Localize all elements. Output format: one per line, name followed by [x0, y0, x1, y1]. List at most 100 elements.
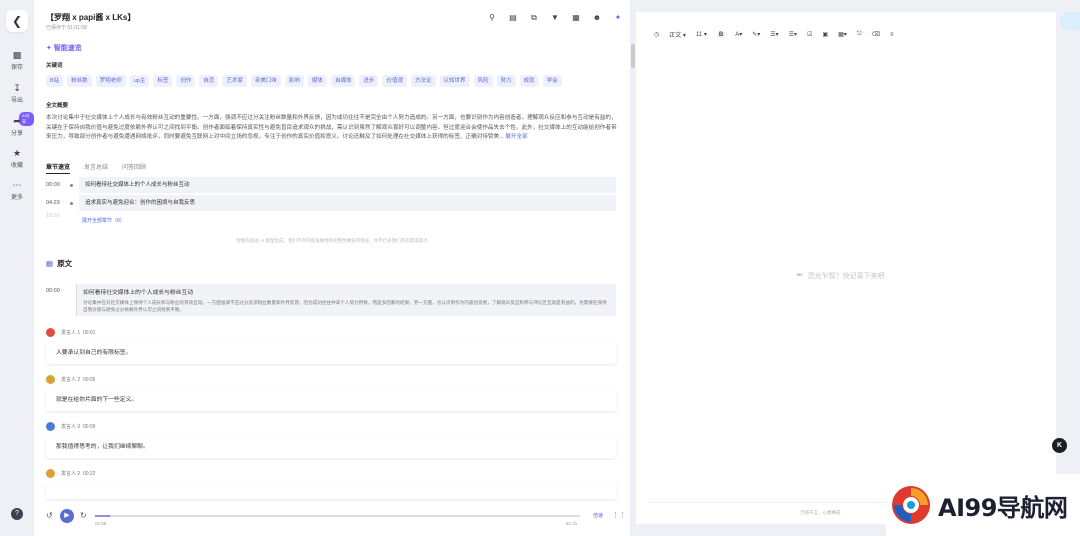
- editor-placeholder[interactable]: ✒ 灵光乍现？快记录下来吧: [796, 270, 885, 281]
- chapter-item[interactable]: 10:55: [46, 212, 616, 220]
- ordered-list-icon[interactable]: ☰▾: [770, 31, 778, 38]
- avatar: [46, 422, 55, 431]
- keyword-chip[interactable]: 价值观: [382, 75, 407, 87]
- keyword-chip[interactable]: 艺术家: [222, 75, 247, 87]
- speed-button[interactable]: 倍速: [593, 512, 603, 519]
- progress-bar[interactable]: [95, 515, 580, 517]
- tab-speaker-summary[interactable]: 发言总结: [84, 162, 108, 174]
- back-button[interactable]: ❮: [6, 10, 28, 32]
- rail-more[interactable]: ⋯ 更多: [0, 180, 34, 201]
- keyword-chip[interactable]: up主: [129, 75, 150, 87]
- keyword-chip[interactable]: 学会: [542, 75, 562, 87]
- speaker-line: 发言人 2 00:22: [46, 469, 95, 478]
- star-icon: ★: [12, 148, 22, 158]
- more-format-icon[interactable]: ≡: [890, 32, 894, 38]
- paragraph-summary: 00:00 如何看待社交媒体上的个人成长与粉丝互动 讨论集中在对社交媒体上保持个…: [46, 284, 616, 316]
- utterance-bubble[interactable]: 那我值得思考的，让我们继续聊聊。: [46, 436, 616, 458]
- help-icon[interactable]: ?: [11, 508, 23, 520]
- editor-toolbar: ◷ 正文 ▾ 11 ▾ B A▾ ✎▾ ☰▾ ☰▾ ☑ ▣ ▦▾ ⎋ ⌫ ≡: [654, 30, 894, 39]
- caption-icon[interactable]: ▦: [570, 12, 582, 24]
- total-time: 61:31: [566, 521, 578, 526]
- chapter-item[interactable]: 04:29 追求真实与避免迎合：创作的困境与自我反思: [46, 194, 616, 212]
- keyword-chip[interactable]: 进步: [359, 75, 379, 87]
- font-color-icon[interactable]: A▾: [735, 31, 742, 38]
- scrollbar-thumb[interactable]: [631, 44, 635, 68]
- overview-tabs: 章节速览 发言总结 问答回顾: [46, 162, 146, 174]
- original-text-title: ▦ 原文: [46, 259, 73, 268]
- forward-icon[interactable]: ↻: [80, 511, 87, 520]
- floating-k-button[interactable]: K: [1052, 438, 1067, 453]
- keyword-chip[interactable]: 认知世界: [439, 75, 470, 87]
- format-painter-icon[interactable]: ⎋: [857, 31, 862, 38]
- export-icon: ↧: [13, 83, 21, 93]
- top-toolbar: ⚲ ▤ ⧉ ▼ ▦ ☻ ✦: [486, 12, 624, 24]
- rail-save[interactable]: ▩ 保存: [0, 50, 34, 71]
- table-icon[interactable]: ▦▾: [838, 31, 847, 38]
- rail-favorite[interactable]: ★ 收藏: [0, 148, 34, 169]
- history-icon[interactable]: ◷: [654, 31, 659, 38]
- bold-icon[interactable]: B: [716, 31, 726, 38]
- keyword-chip[interactable]: 创作: [176, 75, 196, 87]
- magic-wand-icon[interactable]: ✦: [612, 12, 624, 24]
- avatar: [46, 375, 55, 384]
- keyword-chip[interactable]: 风险: [473, 75, 493, 87]
- chapter-item[interactable]: 00:00 如何看待社交媒体上的个人成长与粉丝互动: [46, 176, 616, 194]
- avatar: [46, 469, 55, 478]
- summary-text: 本次讨论集中于社交媒体上个人成长与有效粉丝互动的重要性。一方面，强调不应过分关注…: [46, 115, 617, 140]
- left-rail: ❮ ▩ 保存 ↧ 导出 AI分享 ➦ 分享 ★ 收藏 ⋯ 更多 ?: [0, 0, 34, 536]
- keyword-chip[interactable]: B站: [46, 75, 64, 87]
- checkbox-icon[interactable]: ☑: [807, 31, 812, 38]
- tab-qa-review[interactable]: 问答回顾: [122, 162, 146, 174]
- keyword-chip[interactable]: 努力: [496, 75, 516, 87]
- text-style-select[interactable]: 正文 ▾: [669, 30, 686, 39]
- keyword-chip[interactable]: 成就: [519, 75, 539, 87]
- save-status: 已保存于 01:01:08: [46, 25, 87, 31]
- play-button[interactable]: ▶: [60, 509, 74, 523]
- keyword-chip[interactable]: 自恋: [199, 75, 219, 87]
- watermark: AI99导航网: [886, 474, 1080, 536]
- keyword-chip[interactable]: 亲美口味: [250, 75, 281, 87]
- speaker-line: 发言人 1 00:01: [46, 328, 95, 337]
- font-size-select[interactable]: 11 ▾: [696, 31, 707, 38]
- more-icon: ⋯: [12, 180, 22, 190]
- progress-fill: [95, 515, 111, 517]
- bullet-list-icon[interactable]: ☰▾: [789, 31, 797, 38]
- smart-overview-title: ✦ 智能速览: [46, 45, 82, 52]
- utterance-bubble[interactable]: [46, 483, 616, 499]
- rail-share[interactable]: ➦ 分享: [0, 116, 34, 137]
- utterance-bubble[interactable]: 人要承认到自己的有限标签。: [46, 342, 616, 364]
- rail-export[interactable]: ↧ 导出: [0, 83, 34, 104]
- audio-player: ↺ ▶ ↻ 01:56 61:31 倍速 ⋮⋮: [34, 503, 630, 536]
- utterance-bubble[interactable]: 就是在给你片面的下一些定义。: [46, 389, 616, 411]
- speakers-icon[interactable]: ☻: [591, 12, 603, 24]
- keyword-chip[interactable]: 影响: [284, 75, 304, 87]
- avatar: [46, 328, 55, 337]
- filter-icon[interactable]: ▼: [549, 12, 561, 24]
- keyword-chip[interactable]: 罗翔老师: [95, 75, 126, 87]
- keyword-chip[interactable]: 方法论: [410, 75, 436, 87]
- page-title: 【罗翔 x papi酱 x LKs】: [46, 13, 136, 22]
- current-time: 01:56: [95, 521, 107, 526]
- speaker-line: 发言人 3 00:09: [46, 422, 95, 431]
- transcript-icon: ▦: [46, 259, 54, 268]
- transcript-pane: 【罗翔 x papi酱 x LKs】 已保存于 01:01:08 ⚲ ▤ ⧉ ▼…: [34, 0, 635, 536]
- expand-chapters-link[interactable]: 展开全部章节（8）: [82, 217, 125, 224]
- save-icon: ▩: [12, 50, 22, 60]
- eraser-icon[interactable]: ⌫: [872, 31, 880, 38]
- document-icon[interactable]: ▤: [507, 12, 519, 24]
- keyword-chip[interactable]: 粉丝数: [67, 75, 92, 87]
- expand-summary-link[interactable]: 展开全部: [505, 134, 527, 140]
- tab-chapters[interactable]: 章节速览: [46, 162, 71, 174]
- keyword-chip[interactable]: 标签: [153, 75, 173, 87]
- rewind-icon[interactable]: ↺: [46, 511, 53, 520]
- app-root: ❮ ▩ 保存 ↧ 导出 AI分享 ➦ 分享 ★ 收藏 ⋯ 更多 ? 【罗翔 x …: [0, 0, 1080, 536]
- summary-label: 全文概要: [46, 103, 69, 109]
- corner-widget[interactable]: [1060, 12, 1080, 30]
- copy-icon[interactable]: ⧉: [528, 12, 540, 24]
- search-icon[interactable]: ⚲: [486, 12, 498, 24]
- keyword-chip[interactable]: 媒体: [307, 75, 327, 87]
- waveform-icon[interactable]: ⋮⋮: [612, 511, 626, 519]
- highlight-icon[interactable]: ✎▾: [752, 31, 760, 38]
- keyword-chip[interactable]: 自媒体: [330, 75, 356, 87]
- image-icon[interactable]: ▣: [822, 31, 828, 38]
